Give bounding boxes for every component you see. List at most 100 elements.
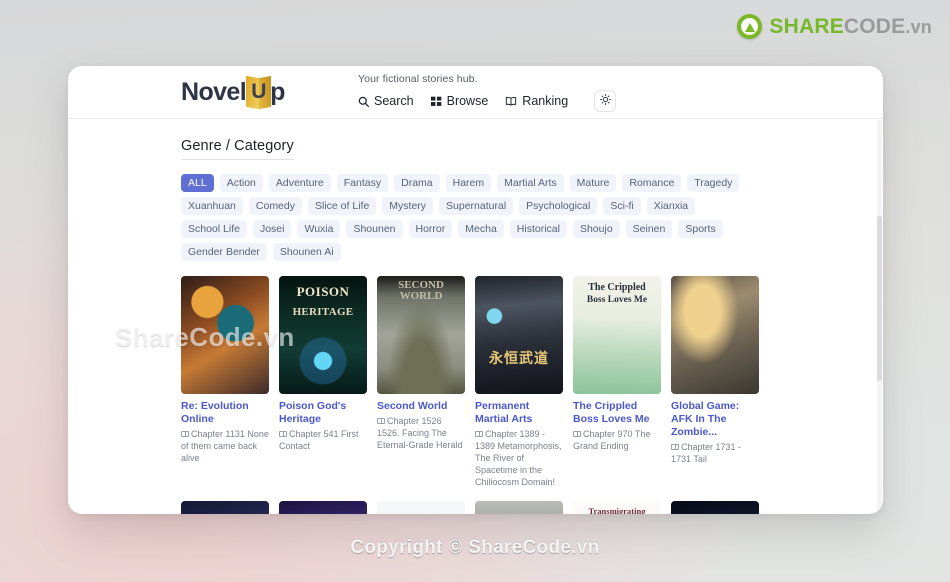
genre-tag-harem[interactable]: Harem: [445, 174, 492, 192]
genre-tag-horror[interactable]: Horror: [408, 220, 453, 238]
novel-latest-chapter[interactable]: Chapter 1131 None of them came back aliv…: [181, 429, 269, 465]
genre-tag-shounen-ai[interactable]: Shounen Ai: [272, 243, 341, 261]
genre-tag-historical[interactable]: Historical: [509, 220, 567, 238]
nav-label-ranking: Ranking: [522, 94, 569, 108]
genre-tag-adventure[interactable]: Adventure: [268, 174, 331, 192]
novel-card[interactable]: Permanent Martial Arts Chapter 1389 - 138…: [475, 276, 563, 489]
genre-tag-tragedy[interactable]: Tragedy: [687, 174, 740, 192]
novel-card[interactable]: [475, 501, 563, 514]
genre-tag-drama[interactable]: Drama: [394, 174, 440, 192]
genre-tag-comedy[interactable]: Comedy: [248, 197, 302, 215]
novel-card[interactable]: [279, 501, 367, 514]
novel-card[interactable]: Global Game: AFK In The Zombie... Chapter…: [671, 276, 759, 489]
novel-card[interactable]: The Crippled Boss Loves Me Chapter 970 Th…: [573, 276, 661, 489]
novel-cover[interactable]: [279, 276, 367, 394]
chapter-book-icon: [475, 431, 483, 438]
genre-tag-josei[interactable]: Josei: [252, 220, 292, 238]
nav-item-ranking[interactable]: Ranking: [505, 94, 568, 108]
genre-tag-sci-fi[interactable]: Sci-fi: [603, 197, 641, 215]
window-scrollbar[interactable]: [877, 120, 882, 514]
site-header: Novel U p Your fictional stories hub. Se…: [68, 66, 883, 119]
novel-title-link[interactable]: Re: Evolution Online: [181, 400, 269, 426]
genre-tag-seinen[interactable]: Seinen: [625, 220, 673, 238]
novel-card[interactable]: Second World Chapter 1526 1526. Facing Th…: [377, 276, 465, 489]
chapter-text: Chapter 1731 - 1731 Tail: [671, 442, 742, 465]
novel-latest-chapter[interactable]: Chapter 1526 1526. Facing The Eternal-Gr…: [377, 416, 465, 452]
genre-tag-mystery[interactable]: Mystery: [382, 197, 434, 215]
novel-cover[interactable]: [573, 501, 661, 514]
novel-cover[interactable]: [181, 276, 269, 394]
search-icon: [358, 96, 369, 107]
novel-card[interactable]: [377, 501, 465, 514]
nav-item-search[interactable]: Search: [358, 94, 414, 108]
cover-artwork: [181, 501, 269, 514]
novel-cover[interactable]: [279, 501, 367, 514]
genre-tag-romance[interactable]: Romance: [622, 174, 682, 192]
genre-tag-mecha[interactable]: Mecha: [458, 220, 504, 238]
novel-cover[interactable]: [671, 276, 759, 394]
chapter-text: Chapter 970 The Grand Ending: [573, 429, 651, 452]
genre-tag-psychological[interactable]: Psychological: [519, 197, 598, 215]
logo-code-text: CODE: [843, 14, 906, 38]
logo-book-letter: U: [251, 80, 266, 103]
genre-tag-wuxia[interactable]: Wuxia: [297, 220, 341, 238]
genre-tag-xuanhuan[interactable]: Xuanhuan: [181, 197, 243, 215]
genre-tag-mature[interactable]: Mature: [569, 174, 617, 192]
cover-artwork: [377, 501, 465, 514]
novelup-logo[interactable]: Novel U p: [181, 77, 285, 108]
genre-tag-all[interactable]: ALL: [181, 174, 214, 192]
novel-title-link[interactable]: Global Game: AFK In The Zombie...: [671, 400, 759, 439]
novel-title-link[interactable]: Poison God's Heritage: [279, 400, 367, 426]
genre-tag-martial-arts[interactable]: Martial Arts: [497, 174, 564, 192]
novel-latest-chapter[interactable]: Chapter 1389 - 1389 Metamorphosis, The R…: [475, 429, 563, 489]
novel-grid: Re: Evolution Online Chapter 1131 None of…: [181, 276, 771, 514]
logo-share-text: SHARE: [769, 14, 844, 38]
page-content: Genre / Category ALL Action Adventure Fanta…: [68, 119, 883, 514]
novel-cover[interactable]: [377, 276, 465, 394]
genre-tag-supernatural[interactable]: Supernatural: [439, 197, 514, 215]
cover-artwork: [279, 501, 367, 514]
genre-tag-action[interactable]: Action: [219, 174, 263, 192]
chapter-book-icon: [181, 431, 189, 438]
novel-card[interactable]: [573, 501, 661, 514]
cover-artwork: [475, 501, 563, 514]
genre-tag-gender-bender[interactable]: Gender Bender: [181, 243, 267, 261]
genre-tag-fantasy[interactable]: Fantasy: [336, 174, 389, 192]
chapter-text: Chapter 541 First Contact: [279, 429, 359, 452]
cover-artwork: [573, 276, 661, 394]
novel-cover[interactable]: [475, 276, 563, 394]
cover-artwork: [671, 276, 759, 394]
chapter-book-icon: [573, 431, 581, 438]
sun-icon: [599, 92, 611, 110]
novel-cover[interactable]: [671, 501, 759, 514]
logo-prefix-text: Novel: [181, 78, 247, 106]
novel-cover[interactable]: [573, 276, 661, 394]
grid-icon: [430, 96, 442, 107]
novel-title-link[interactable]: The Crippled Boss Loves Me: [573, 400, 661, 426]
novel-cover[interactable]: [377, 501, 465, 514]
novel-cover[interactable]: [181, 501, 269, 514]
novel-card[interactable]: Poison God's Heritage Chapter 541 First C…: [279, 276, 367, 489]
genre-tag-school-life[interactable]: School Life: [181, 220, 247, 238]
browser-window: Novel U p Your fictional stories hub. Se…: [68, 66, 883, 514]
chapter-text: Chapter 1131 None of them came back aliv…: [181, 429, 269, 464]
genre-tag-xianxia[interactable]: Xianxia: [646, 197, 696, 215]
novel-title-link[interactable]: Second World: [377, 400, 465, 413]
novel-title-link[interactable]: Permanent Martial Arts: [475, 400, 563, 426]
theme-toggle-button[interactable]: [594, 90, 617, 112]
novel-latest-chapter[interactable]: Chapter 970 The Grand Ending: [573, 429, 661, 453]
genre-tag-shoujo[interactable]: Shoujo: [572, 220, 620, 238]
genre-tag-slice-of-life[interactable]: Slice of Life: [308, 197, 377, 215]
novel-cover[interactable]: [475, 501, 563, 514]
novel-card[interactable]: Re: Evolution Online Chapter 1131 None of…: [181, 276, 269, 489]
novel-card[interactable]: [671, 501, 759, 514]
scrollbar-thumb[interactable]: [877, 216, 882, 381]
cover-artwork: [181, 276, 269, 394]
nav-item-browse[interactable]: Browse: [430, 94, 488, 108]
genre-tag-sports[interactable]: Sports: [678, 220, 723, 238]
genre-tag-shounen[interactable]: Shounen: [346, 220, 403, 238]
novel-latest-chapter[interactable]: Chapter 1731 - 1731 Tail: [671, 442, 759, 466]
chapter-book-icon: [279, 431, 287, 438]
novel-card[interactable]: [181, 501, 269, 514]
novel-latest-chapter[interactable]: Chapter 541 First Contact: [279, 429, 367, 453]
